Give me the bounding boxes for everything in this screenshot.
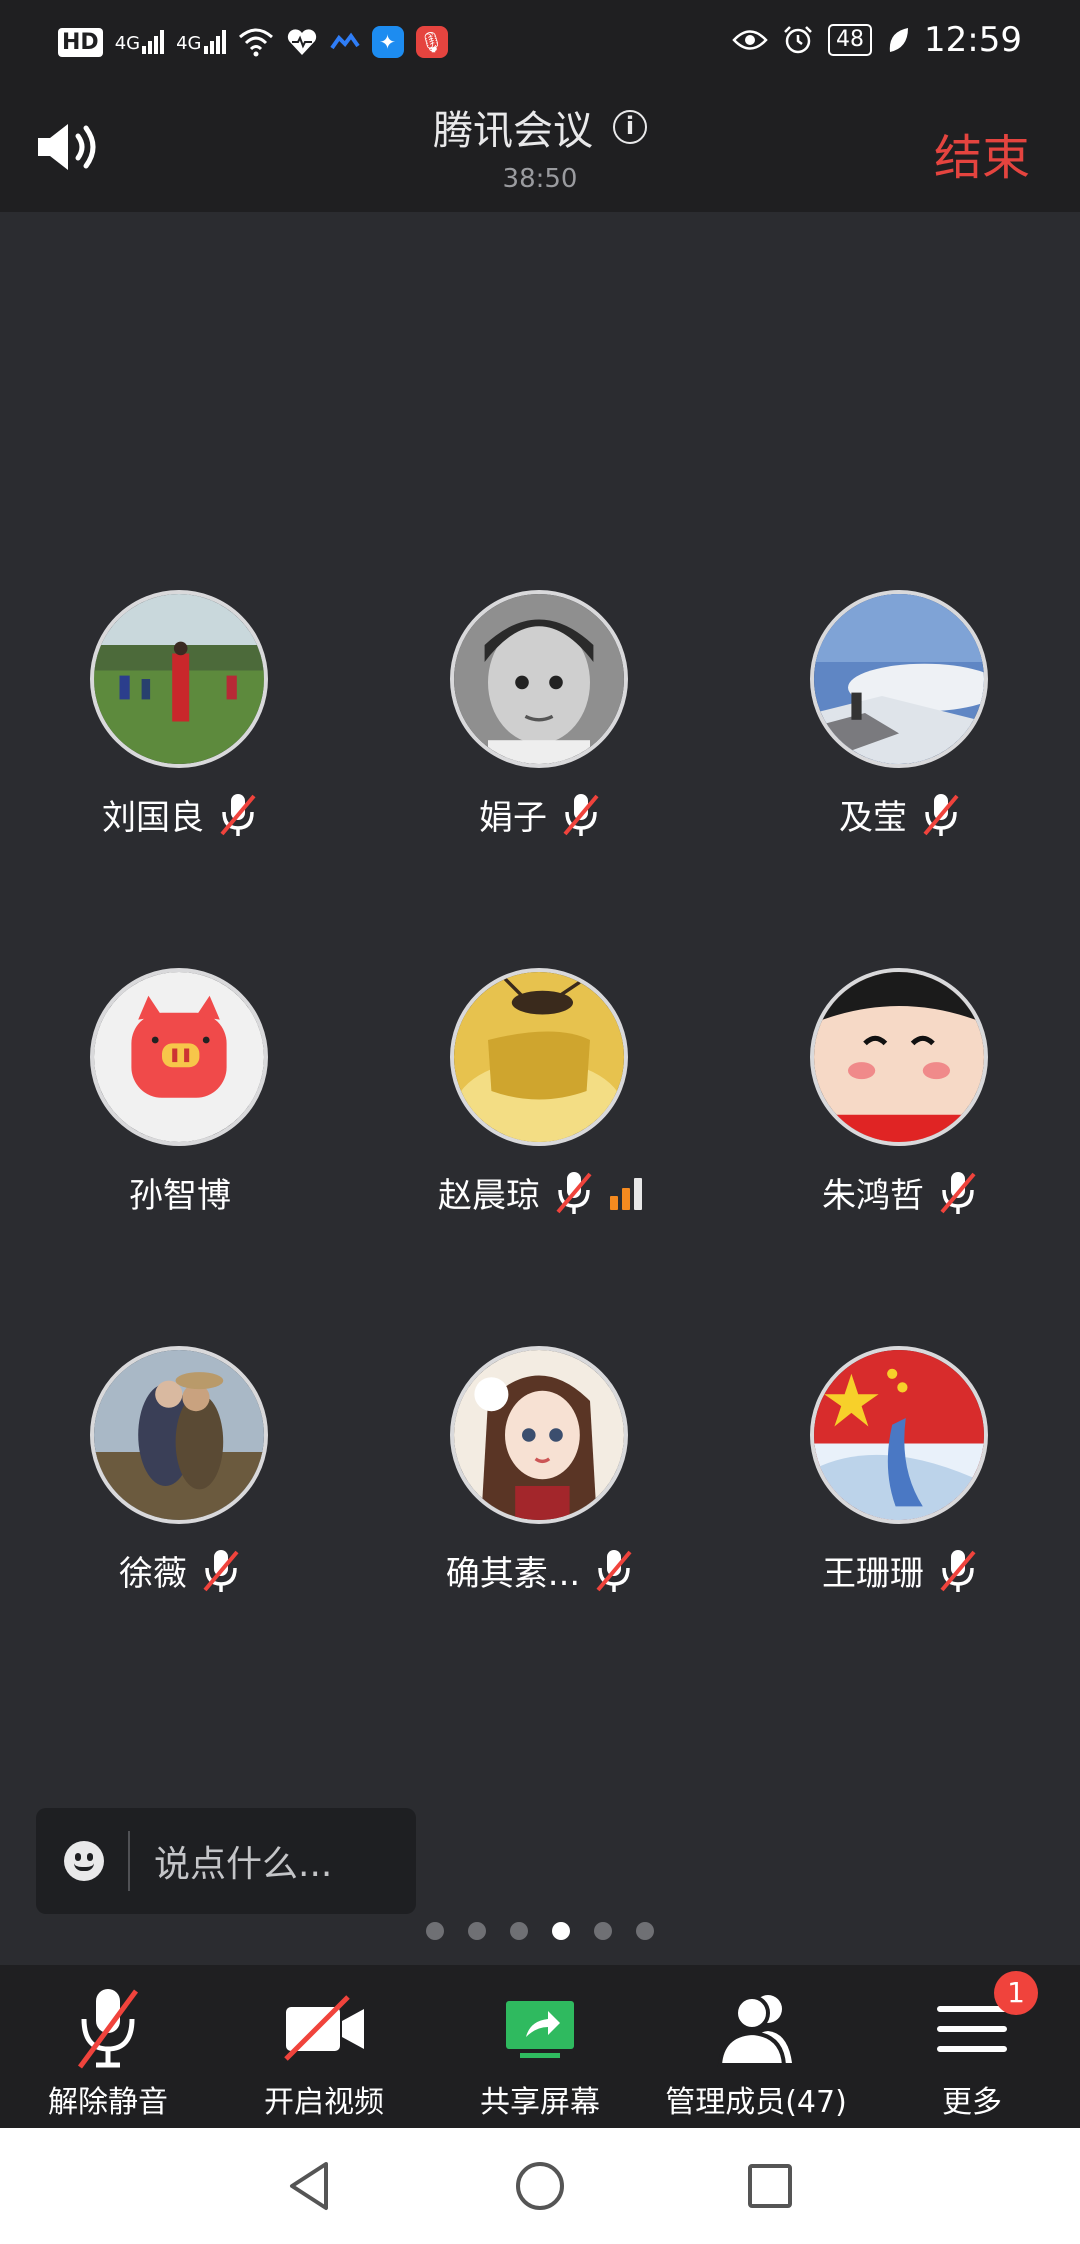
share-screen-label: 共享屏幕 bbox=[480, 2085, 600, 2120]
meeting-timer: 38:50 bbox=[502, 164, 578, 194]
chat-placeholder: 说点什么... bbox=[154, 1844, 333, 1885]
video-off-icon bbox=[284, 1995, 364, 2061]
page-dot[interactable] bbox=[510, 1922, 528, 1940]
participant-tile[interactable]: 刘国良 bbox=[0, 590, 360, 880]
mic-muted-icon bbox=[940, 1549, 976, 1592]
meeting-toolbar: 解除静音 开启视频 共享屏幕 管理成员(47) 1 更多 bbox=[0, 1965, 1080, 2128]
participant-tile[interactable]: 及莹 bbox=[720, 590, 1080, 880]
end-meeting-button[interactable]: 结束 bbox=[934, 118, 1030, 188]
more-button[interactable]: 1 更多 bbox=[864, 1965, 1080, 2128]
emoji-icon[interactable] bbox=[64, 1841, 104, 1881]
avatar bbox=[450, 590, 628, 768]
avatar bbox=[90, 968, 268, 1146]
start-video-button[interactable]: 开启视频 bbox=[216, 1965, 432, 2128]
participant-name: 刘国良 bbox=[102, 798, 204, 838]
participant-name: 孙智博 bbox=[129, 1176, 231, 1216]
participant-tile[interactable]: 徐薇 bbox=[0, 1346, 360, 1636]
mic-off-icon bbox=[77, 1989, 139, 2069]
participant-tile[interactable]: 王珊珊 bbox=[720, 1346, 1080, 1636]
avatar bbox=[90, 590, 268, 768]
mic-muted-icon bbox=[923, 793, 959, 836]
notification-badge: 1 bbox=[994, 1971, 1038, 2015]
participant-tile[interactable]: 赵晨琼 bbox=[360, 968, 720, 1258]
participant-name: 娟子 bbox=[479, 798, 547, 838]
participant-name: 王珊珊 bbox=[822, 1554, 924, 1594]
participant-tile[interactable]: 孙智博 bbox=[0, 968, 360, 1258]
mic-muted-icon bbox=[596, 1549, 632, 1592]
more-label: 更多 bbox=[942, 2085, 1002, 2120]
participant-name: 确其素... bbox=[445, 1554, 581, 1594]
network-quality-icon bbox=[610, 1176, 642, 1210]
network-type-label: 4G bbox=[176, 33, 202, 54]
divider bbox=[128, 1831, 130, 1891]
cell-signal-icon: 4G bbox=[176, 30, 226, 54]
eye-comfort-icon bbox=[732, 30, 768, 50]
alarm-icon bbox=[784, 26, 812, 54]
share-screen-button[interactable]: 共享屏幕 bbox=[432, 1965, 648, 2128]
back-icon[interactable] bbox=[282, 2158, 338, 2214]
participant-name: 徐薇 bbox=[119, 1554, 187, 1594]
page-dot[interactable] bbox=[636, 1922, 654, 1940]
microphone-active-icon: 🎙 bbox=[415, 26, 448, 58]
page-dot[interactable] bbox=[594, 1922, 612, 1940]
participant-name: 朱鸿哲 bbox=[822, 1176, 924, 1216]
messaging-app-icon: ✦ bbox=[371, 26, 404, 58]
members-icon bbox=[717, 1995, 792, 2067]
start-video-label: 开启视频 bbox=[264, 2085, 384, 2120]
avatar bbox=[450, 1346, 628, 1524]
mic-muted-icon bbox=[220, 793, 256, 836]
power-saving-leaf-icon bbox=[889, 28, 909, 52]
avatar bbox=[810, 968, 988, 1146]
mic-muted-icon bbox=[556, 1171, 592, 1214]
participant-tile[interactable]: 娟子 bbox=[360, 590, 720, 880]
mic-muted-icon bbox=[563, 793, 599, 836]
cell-signal-icon: 4G bbox=[114, 30, 165, 54]
unmute-label: 解除静音 bbox=[48, 2085, 168, 2120]
network-type-label: 4G bbox=[114, 33, 141, 54]
battery-icon: 48 bbox=[828, 24, 873, 56]
participant-tile[interactable]: 朱鸿哲 bbox=[720, 968, 1080, 1258]
wifi-icon bbox=[238, 28, 273, 57]
page-dot[interactable] bbox=[426, 1922, 444, 1940]
home-icon[interactable] bbox=[512, 2158, 568, 2214]
avatar bbox=[450, 968, 628, 1146]
page-dot[interactable] bbox=[468, 1922, 486, 1940]
participant-name: 赵晨琼 bbox=[438, 1176, 540, 1216]
status-bar: HD 4G 4G ✦ 🎙 48 12:59 bbox=[0, 0, 1080, 80]
meeting-header: 腾讯会议 i 38:50 结束 bbox=[0, 80, 1080, 212]
health-heart-icon bbox=[287, 29, 316, 55]
page-indicator bbox=[0, 1922, 1080, 1940]
manage-members-label: 管理成员(47) bbox=[665, 2085, 847, 2120]
unmute-button[interactable]: 解除静音 bbox=[0, 1965, 216, 2128]
hd-indicator: HD bbox=[58, 27, 103, 57]
page-dot-active[interactable] bbox=[552, 1922, 570, 1940]
avatar bbox=[90, 1346, 268, 1524]
meeting-title: 腾讯会议 bbox=[433, 108, 593, 154]
manage-members-button[interactable]: 管理成员(47) bbox=[648, 1965, 864, 2128]
avatar bbox=[810, 590, 988, 768]
system-navigation-bar bbox=[0, 2128, 1080, 2244]
avatar bbox=[810, 1346, 988, 1524]
clock-time: 12:59 bbox=[924, 20, 1022, 60]
share-screen-icon bbox=[506, 2001, 574, 2058]
chat-input[interactable]: 说点什么... bbox=[36, 1808, 416, 1914]
participant-name: 及莹 bbox=[839, 798, 907, 838]
mic-muted-icon bbox=[940, 1171, 976, 1214]
app-notification-icon bbox=[329, 32, 360, 50]
participant-tile[interactable]: 确其素... bbox=[360, 1346, 720, 1636]
recent-apps-icon[interactable] bbox=[742, 2158, 798, 2214]
info-icon[interactable]: i bbox=[613, 110, 647, 144]
mic-muted-icon bbox=[203, 1549, 239, 1592]
